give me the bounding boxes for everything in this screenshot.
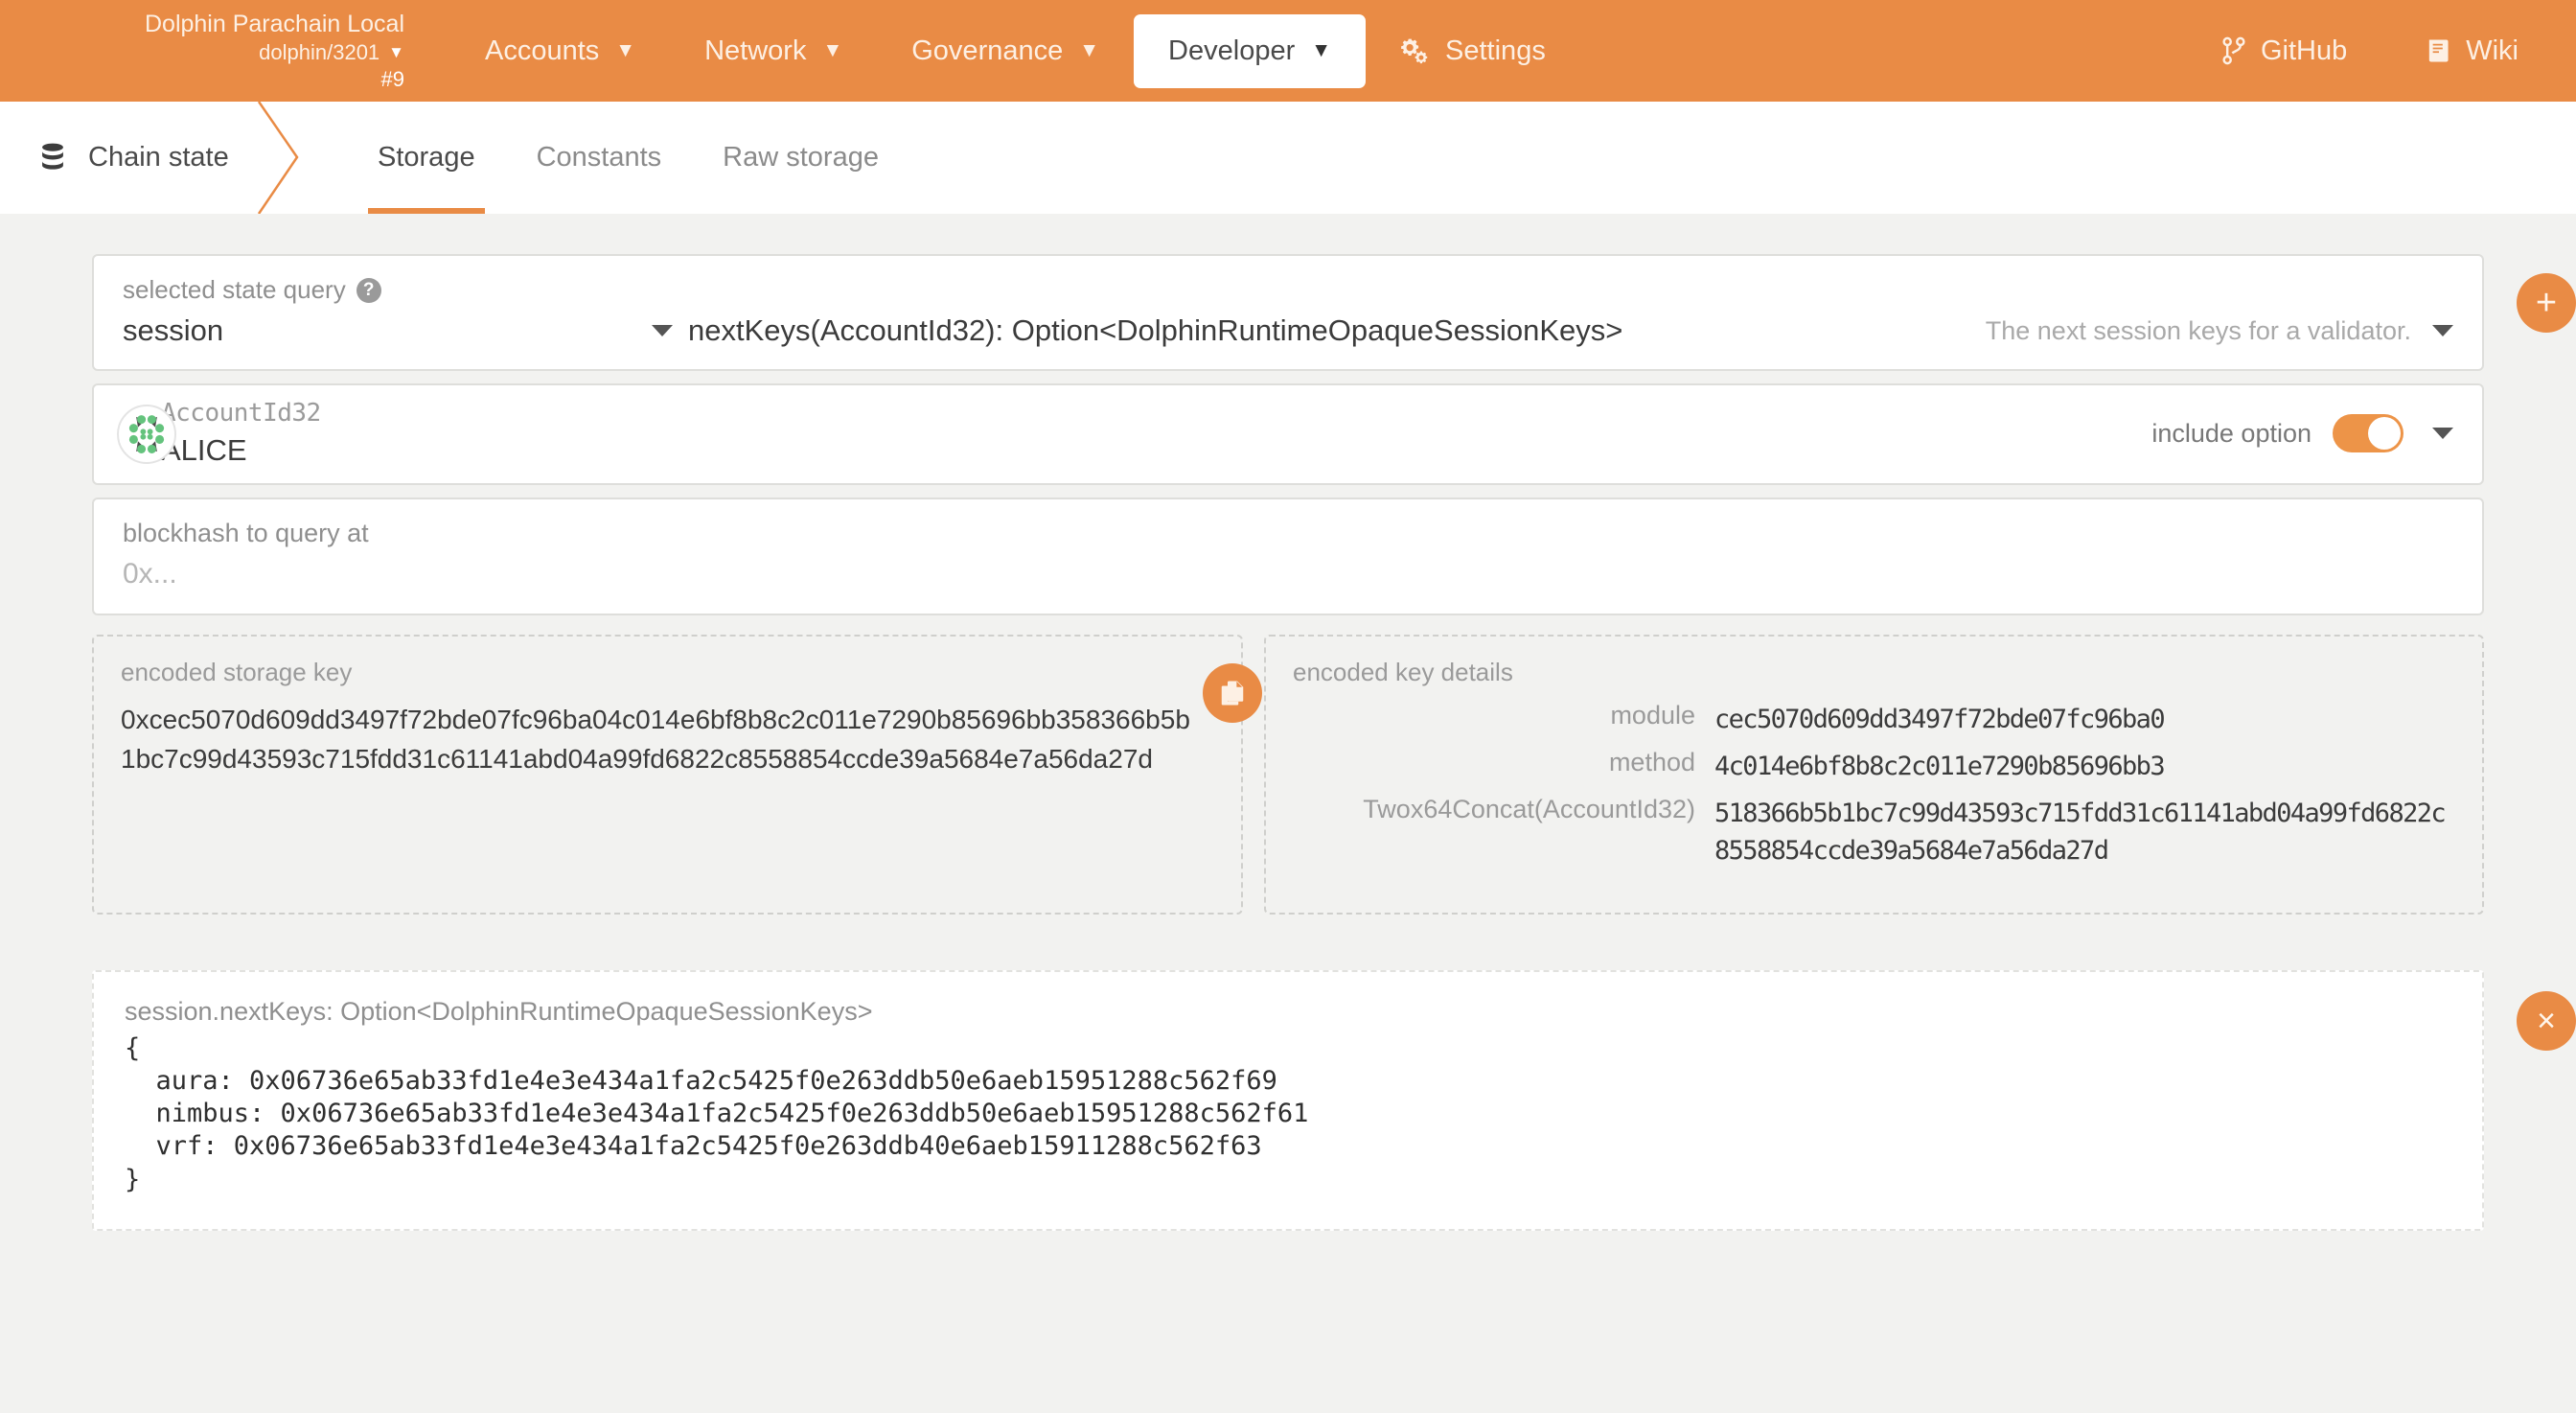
nav-label-governance: Governance [911,35,1064,66]
chevron-down-icon [2432,325,2453,336]
chevron-down-icon: ▼ [1079,39,1100,61]
github-label: GitHub [2260,35,2348,66]
tab-list: Storage Constants Raw storage [347,102,909,214]
encoded-key-details-panel: encoded key details module cec5070d609dd… [1264,635,2484,915]
encoded-storage-key-title: encoded storage key [121,658,353,686]
add-query-button[interactable]: + [2517,273,2576,333]
method-dropdown[interactable]: nextKeys(AccountId32): Option<DolphinRun… [688,313,1986,348]
key-detail-label: Twox64Concat(AccountId32) [1363,795,1695,824]
tab-storage-label: Storage [378,142,475,173]
module-value: session [123,313,224,347]
account-value: ALICE [161,433,247,467]
query-row: selected state query ? session nextKeys(… [92,254,2576,371]
tab-raw-storage[interactable]: Raw storage [692,102,909,214]
account-input-card: AccountId32 ALICE include option [92,383,2484,485]
key-detail-row: Twox64Concat(AccountId32) 518366b5b1bc7c… [1293,795,2455,869]
wiki-link[interactable]: Wiki [2403,16,2542,86]
git-branch-icon [2220,36,2247,65]
include-option-toggle-group[interactable]: include option [2151,414,2404,452]
nav-item-accounts[interactable]: Accounts ▼ [450,14,670,88]
main-content: selected state query ? session nextKeys(… [0,214,2576,1231]
section-tab-bar: Chain state Storage Constants Raw storag… [0,102,2576,214]
result-code: { aura: 0x06736e65ab33fd1e4e3e434a1fa2c5… [125,1032,1309,1194]
encoded-storage-key-panel: encoded storage key 0xcec5070d609dd3497f… [92,635,1262,915]
module-dropdown[interactable]: session [123,313,688,348]
nav-label-network: Network [704,35,807,66]
chevron-down-icon: ▼ [388,43,404,62]
query-selectors: session nextKeys(AccountId32): Option<Do… [123,313,2453,348]
toggle-knob [2368,417,2401,450]
book-icon [2426,37,2452,64]
breadcrumb-label: Chain state [88,142,229,173]
gears-icon [1400,36,1429,65]
main-nav: Accounts ▼ Network ▼ Governance ▼ Develo… [450,13,1580,88]
breadcrumb: Chain state [0,102,299,214]
account-row: AccountId32 ALICE include option [92,383,2484,485]
chain-info[interactable]: Dolphin Parachain Local dolphin/3201 ▼ #… [0,9,412,93]
key-detail-label: module [1610,701,1695,730]
question-mark-icon[interactable]: ? [356,277,381,303]
blockhash-card[interactable]: blockhash to query at 0x... [92,498,2484,615]
tab-constants-label: Constants [536,142,662,173]
account-controls: include option [2151,414,2453,452]
encoded-storage-key-value: 0xcec5070d609dd3497f72bde07fc96ba04c014e… [121,705,1190,774]
account-text[interactable]: AccountId32 ALICE [161,399,2151,468]
chevron-down-icon: ▼ [615,39,636,61]
method-value: nextKeys(AccountId32): Option<DolphinRun… [688,313,1623,347]
tab-storage[interactable]: Storage [347,102,506,214]
method-description: The next session keys for a validator. [1985,315,2411,345]
polkadot-identicon[interactable] [117,405,176,464]
copy-icon[interactable] [1203,663,1262,723]
query-label-row: selected state query ? [123,275,2453,305]
top-right-links: GitHub Wiki [2197,0,2542,102]
chevron-down-icon[interactable] [2432,428,2453,439]
blockhash-row: blockhash to query at 0x... [92,498,2484,615]
query-result-row: session.nextKeys: Option<DolphinRuntimeO… [92,969,2576,1231]
top-navigation-bar: Dolphin Parachain Local dolphin/3201 ▼ #… [0,0,2576,102]
github-link[interactable]: GitHub [2197,16,2370,86]
nav-item-governance[interactable]: Governance ▼ [877,14,1134,88]
nav-item-developer[interactable]: Developer ▼ [1134,13,1367,88]
key-detail-row: method 4c014e6bf8b8c2c011e7290b85696bb3 [1293,748,2455,785]
tab-raw-storage-label: Raw storage [723,142,879,173]
blockhash-label: blockhash to query at [123,519,369,547]
query-result-panel: session.nextKeys: Option<DolphinRuntimeO… [92,969,2484,1231]
wiki-label: Wiki [2466,35,2518,66]
encoded-key-details-title: encoded key details [1293,658,1513,686]
chevron-down-icon: ▼ [1311,39,1332,61]
key-detail-value: 518366b5b1bc7c99d43593c715fdd31c61141abd… [1714,799,2447,867]
nav-label-accounts: Accounts [485,35,600,66]
query-selector-card: selected state query ? session nextKeys(… [92,254,2484,371]
block-number: #9 [380,67,404,91]
nav-label-settings: Settings [1445,35,1546,66]
chevron-down-icon [652,325,673,336]
nav-item-network[interactable]: Network ▼ [670,14,877,88]
remove-result-button[interactable]: × [2517,990,2576,1051]
nav-label-developer: Developer [1168,35,1296,66]
encoded-panels: encoded storage key 0xcec5070d609dd3497f… [92,635,2484,915]
chain-name: Dolphin Parachain Local [144,10,404,37]
tab-constants[interactable]: Constants [506,102,693,214]
include-option-toggle[interactable] [2333,414,2404,452]
blockhash-input[interactable]: 0x... [123,558,2453,591]
breadcrumb-separator-icon [257,102,299,214]
key-detail-value: cec5070d609dd3497f72bde07fc96ba0 [1714,705,2166,734]
key-detail-value: 4c014e6bf8b8c2c011e7290b85696bb3 [1714,752,2166,782]
chevron-down-icon: ▼ [822,39,843,61]
result-header: session.nextKeys: Option<DolphinRuntimeO… [125,996,873,1026]
chain-spec-row: dolphin/3201 ▼ [259,39,404,66]
chain-spec: dolphin/3201 [259,39,380,64]
include-option-label: include option [2151,418,2312,448]
nav-item-settings[interactable]: Settings [1366,14,1580,88]
method-description-dropdown[interactable]: The next session keys for a validator. [1986,316,2453,346]
key-detail-row: module cec5070d609dd3497f72bde07fc96ba0 [1293,701,2455,738]
database-icon [38,143,67,174]
key-detail-label: method [1608,748,1695,777]
account-type-label: AccountId32 [161,399,321,428]
query-label: selected state query [123,275,346,304]
